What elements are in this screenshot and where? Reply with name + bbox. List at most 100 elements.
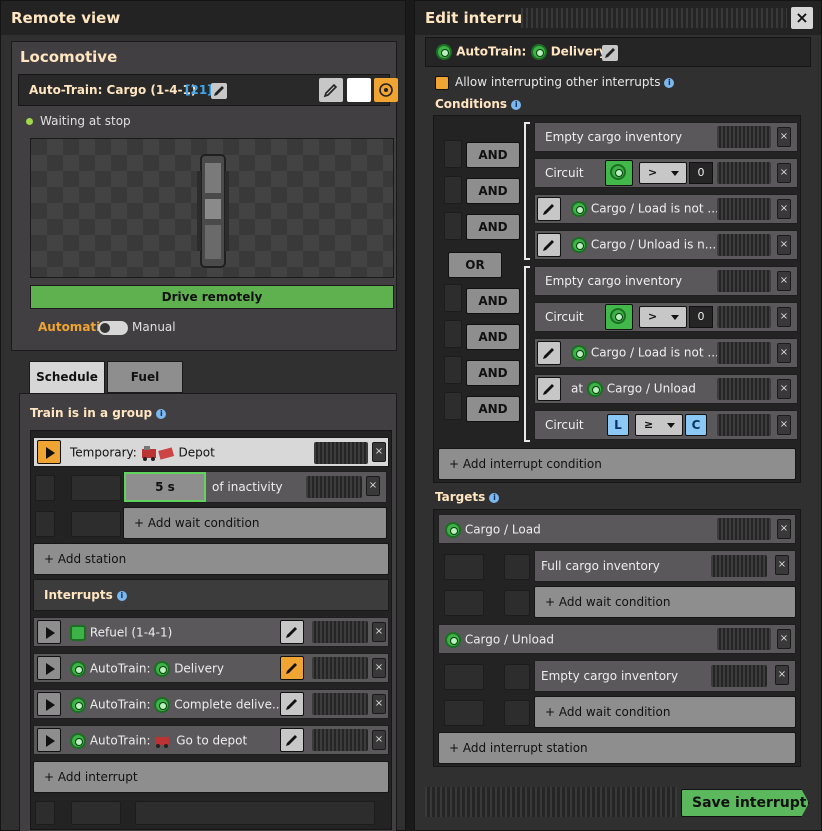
remove-condition-button[interactable]: × bbox=[777, 343, 791, 363]
and-button[interactable]: AND bbox=[466, 142, 520, 168]
wait-value-box[interactable]: 5 s bbox=[124, 472, 206, 502]
edit-interrupt-button[interactable] bbox=[280, 728, 304, 752]
play-interrupt-button[interactable] bbox=[37, 620, 61, 644]
drive-remotely-button[interactable]: Drive remotely bbox=[30, 285, 394, 309]
condition-drag-area[interactable] bbox=[711, 555, 767, 577]
target-condition-row[interactable]: Full cargo inventory × bbox=[534, 550, 796, 582]
and-button[interactable]: AND bbox=[466, 324, 520, 350]
add-wait-condition-button[interactable]: + Add wait condition bbox=[534, 586, 796, 618]
footer-drag-handle[interactable] bbox=[425, 787, 677, 817]
wait-condition-row[interactable]: 5 s of inactivity × bbox=[123, 471, 387, 503]
condition-drag-area[interactable] bbox=[711, 665, 767, 687]
play-interrupt-button[interactable] bbox=[37, 728, 61, 752]
comparator-dropdown[interactable]: > bbox=[639, 162, 687, 184]
remove-condition-button[interactable]: × bbox=[775, 555, 789, 575]
condition-row[interactable]: Cargo / Unload is n... × bbox=[534, 230, 798, 260]
condition-row[interactable]: Cargo / Load is not ... × bbox=[534, 338, 798, 368]
play-station-button[interactable] bbox=[37, 440, 61, 464]
remove-condition-button[interactable]: × bbox=[775, 665, 789, 685]
interrupt-drag-area[interactable] bbox=[312, 693, 368, 715]
locomotive-preview[interactable] bbox=[30, 138, 394, 278]
allow-interrupting-checkbox[interactable] bbox=[435, 76, 449, 90]
condition-row[interactable]: Empty cargo inventory × bbox=[534, 266, 798, 296]
condition-row[interactable]: Circuit > 0 × bbox=[534, 158, 798, 188]
close-button[interactable]: × bbox=[791, 7, 813, 29]
target-station-row[interactable]: Cargo / Load × bbox=[438, 514, 796, 544]
add-interrupt-button[interactable]: + Add interrupt bbox=[33, 761, 389, 793]
add-interrupt-station-button[interactable]: + Add interrupt station bbox=[438, 732, 796, 764]
condition-drag-area[interactable] bbox=[717, 162, 771, 184]
and-button[interactable]: AND bbox=[466, 288, 520, 314]
and-button[interactable]: AND bbox=[466, 214, 520, 240]
edit-condition-button[interactable] bbox=[537, 377, 561, 401]
edit-interrupt-titlebar[interactable]: Edit interrupt × bbox=[415, 1, 821, 35]
condition-drag-area[interactable] bbox=[717, 234, 771, 256]
signal-c-slot[interactable]: C bbox=[685, 414, 707, 436]
interrupt-row[interactable]: Refuel (1-4-1) × bbox=[33, 617, 389, 647]
remove-condition-button[interactable]: × bbox=[777, 127, 791, 147]
or-button[interactable]: OR bbox=[448, 252, 502, 278]
interrupt-row[interactable]: AutoTrain: Complete delive... × bbox=[33, 689, 389, 719]
interrupt-drag-area[interactable] bbox=[312, 729, 368, 751]
and-button[interactable]: AND bbox=[466, 396, 520, 422]
remove-condition-button[interactable]: × bbox=[777, 271, 791, 291]
train-color-swatch[interactable] bbox=[347, 78, 371, 102]
remove-interrupt-button[interactable]: × bbox=[372, 622, 386, 642]
interrupt-row[interactable]: AutoTrain: Delivery × bbox=[33, 653, 389, 683]
remote-view-titlebar[interactable]: Remote view bbox=[1, 1, 405, 35]
edit-condition-button[interactable] bbox=[537, 233, 561, 257]
play-interrupt-button[interactable] bbox=[37, 656, 61, 680]
remove-condition-button[interactable]: × bbox=[777, 199, 791, 219]
target-station-row[interactable]: Cargo / Unload × bbox=[438, 624, 796, 654]
condition-row[interactable]: Circuit L ≥ C × bbox=[534, 410, 798, 440]
signal-l-slot[interactable]: L bbox=[607, 414, 629, 436]
add-interrupt-condition-button[interactable]: + Add interrupt condition bbox=[438, 448, 796, 480]
interrupt-row[interactable]: AutoTrain: Go to depot × bbox=[33, 725, 389, 755]
remove-condition-button[interactable]: × bbox=[777, 415, 791, 435]
condition-drag-area[interactable] bbox=[717, 378, 771, 400]
color-picker-icon[interactable] bbox=[319, 78, 343, 102]
remove-station-button[interactable]: × bbox=[372, 442, 386, 462]
play-interrupt-button[interactable] bbox=[37, 692, 61, 716]
remove-interrupt-button[interactable]: × bbox=[372, 658, 386, 678]
remove-station-button[interactable]: × bbox=[777, 629, 791, 649]
edit-interrupt-button[interactable] bbox=[280, 692, 304, 716]
condition-drag-area[interactable] bbox=[717, 414, 771, 436]
tab-schedule[interactable]: Schedule bbox=[29, 361, 105, 393]
condition-row[interactable]: Circuit > 0 × bbox=[534, 302, 798, 332]
tab-fuel[interactable]: Fuel bbox=[107, 361, 183, 393]
remove-condition-button[interactable]: × bbox=[777, 379, 791, 399]
target-condition-row[interactable]: Empty cargo inventory × bbox=[534, 660, 796, 692]
and-button[interactable]: AND bbox=[466, 360, 520, 386]
edit-interrupt-button[interactable] bbox=[280, 620, 304, 644]
condition-drag-area[interactable] bbox=[717, 126, 771, 148]
constant-input[interactable]: 0 bbox=[689, 306, 713, 328]
station-drag-area[interactable] bbox=[717, 628, 771, 650]
remove-condition-button[interactable]: × bbox=[777, 163, 791, 183]
schedule-station-temporary[interactable]: Temporary: Depot × bbox=[33, 437, 389, 467]
station-drag-area[interactable] bbox=[717, 518, 771, 540]
titlebar-drag-handle[interactable] bbox=[521, 8, 787, 28]
and-button[interactable]: AND bbox=[466, 178, 520, 204]
condition-row[interactable]: at Cargo / Unload × bbox=[534, 374, 798, 404]
mode-toggle[interactable] bbox=[98, 321, 128, 335]
remove-station-button[interactable]: × bbox=[777, 519, 791, 539]
save-interrupt-button[interactable]: Save interrupt bbox=[681, 789, 809, 817]
signal-slot[interactable] bbox=[605, 160, 633, 186]
interrupt-drag-area[interactable] bbox=[312, 657, 368, 679]
edit-condition-button[interactable] bbox=[537, 197, 561, 221]
comparator-dropdown[interactable]: ≥ bbox=[635, 414, 683, 436]
add-wait-condition-button[interactable]: + Add wait condition bbox=[534, 696, 796, 728]
edit-condition-button[interactable] bbox=[537, 341, 561, 365]
condition-row[interactable]: Empty cargo inventory × bbox=[534, 122, 798, 152]
signal-slot[interactable] bbox=[605, 304, 633, 330]
condition-row[interactable]: Cargo / Load is not ... × bbox=[534, 194, 798, 224]
condition-drag-area[interactable] bbox=[717, 198, 771, 220]
condition-drag-area[interactable] bbox=[306, 476, 362, 498]
condition-drag-area[interactable] bbox=[717, 270, 771, 292]
rename-icon[interactable] bbox=[602, 45, 618, 61]
remove-condition-button[interactable]: × bbox=[777, 307, 791, 327]
condition-drag-area[interactable] bbox=[717, 342, 771, 364]
edit-interrupt-button-active[interactable] bbox=[280, 656, 304, 680]
interrupt-drag-area[interactable] bbox=[312, 621, 368, 643]
